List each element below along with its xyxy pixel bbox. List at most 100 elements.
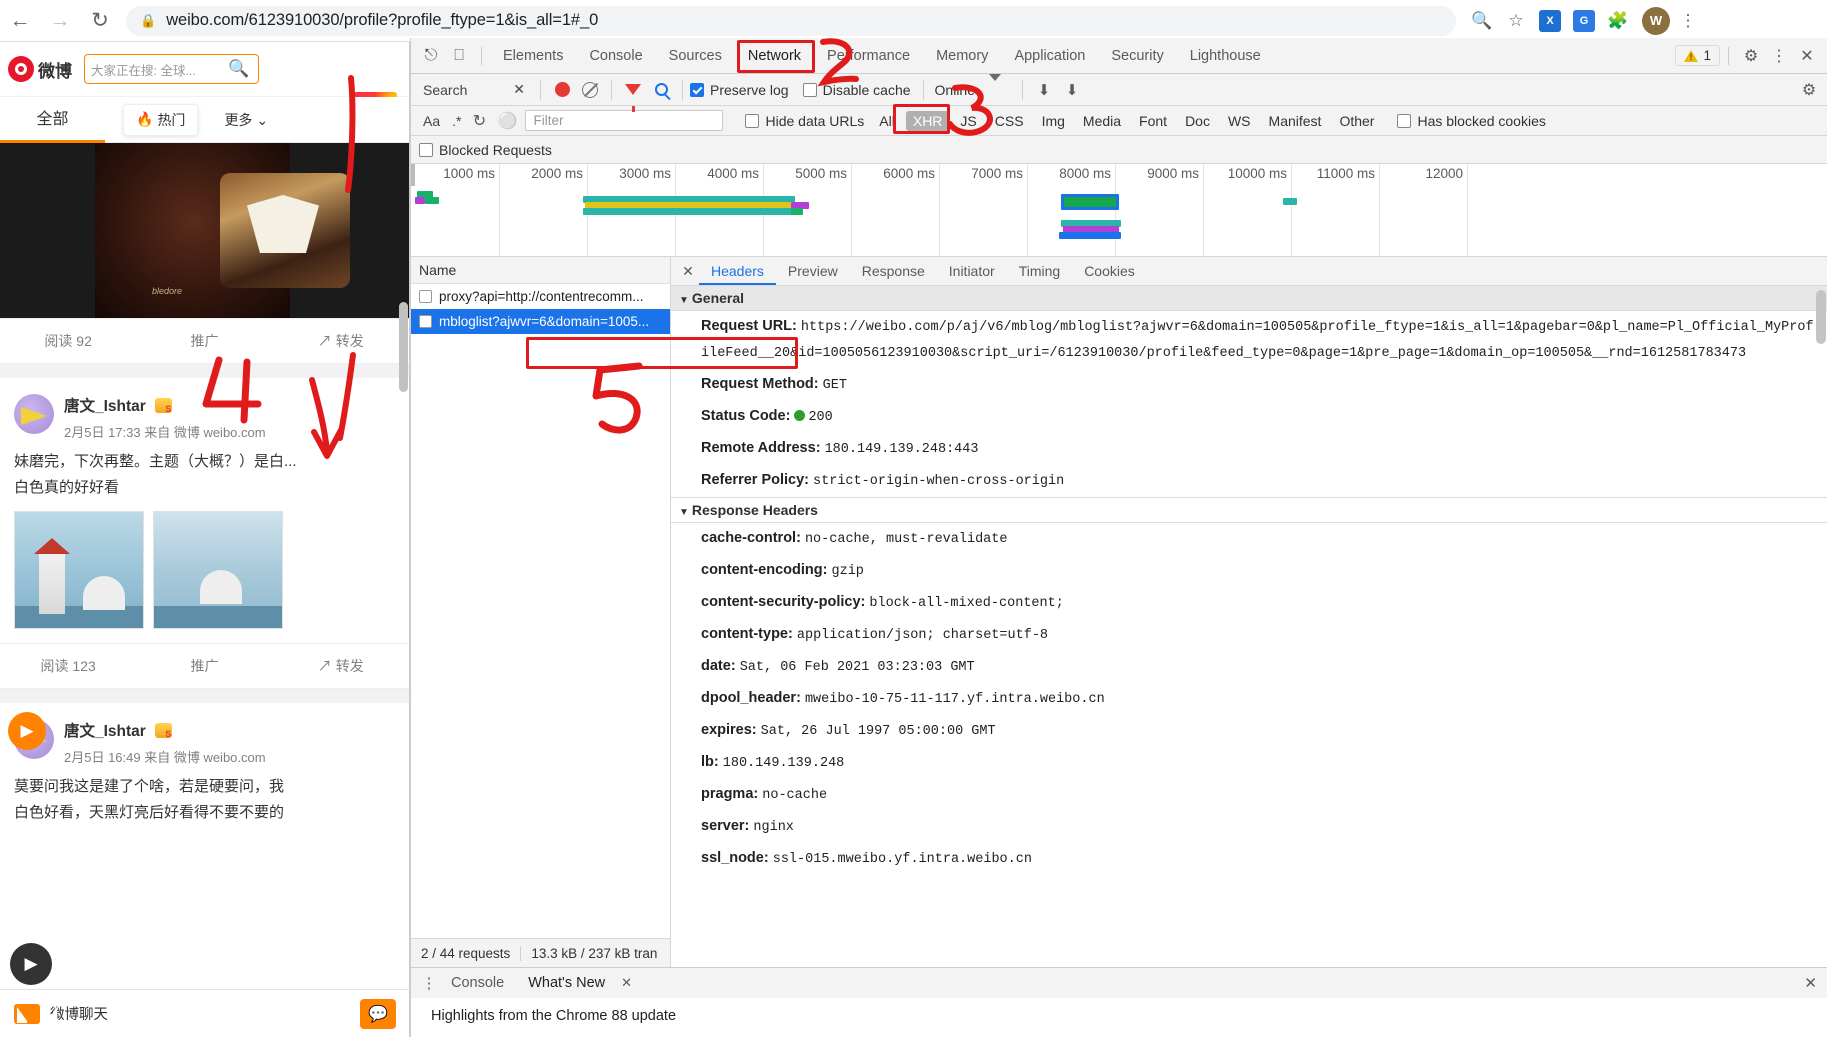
tab-sources[interactable]: Sources xyxy=(656,39,735,73)
headers-scrollbar[interactable] xyxy=(1816,290,1826,344)
post2-forward[interactable]: ↗ 转发 xyxy=(273,656,409,676)
tab-hot[interactable]: 🔥 热门 xyxy=(123,103,199,136)
star-icon[interactable]: ☆ xyxy=(1500,5,1532,37)
clear-icon[interactable]: ⚪ xyxy=(493,107,521,135)
drawer-tab-whats-new[interactable]: What's New xyxy=(516,975,617,991)
has-blocked-cookies-checkbox[interactable] xyxy=(1397,113,1412,128)
close-icon[interactable]: ✕ xyxy=(513,81,525,98)
table-row[interactable]: mbloglist?ajwvr=6&domain=1005... xyxy=(411,309,670,334)
section-response-headers[interactable]: ▼ Response Headers xyxy=(671,497,1827,523)
record-icon[interactable] xyxy=(548,76,576,104)
back-arrow-icon[interactable]: ← xyxy=(0,1,40,41)
post3-username[interactable]: 唐文_Ishtar xyxy=(64,723,146,740)
search-icon[interactable]: 🔍 xyxy=(226,56,252,82)
forward-arrow-icon[interactable]: → xyxy=(40,1,80,41)
search-icon[interactable] xyxy=(647,76,675,104)
upload-arrow-icon[interactable]: ⬇ xyxy=(1030,76,1058,104)
zoom-icon[interactable]: 🔍 xyxy=(1466,5,1498,37)
headers-scroll-area[interactable]: ▼ General Request URL: https://weibo.com/… xyxy=(671,286,1827,967)
filter-input[interactable]: Filter xyxy=(525,110,724,131)
request-list-column-name[interactable]: Name xyxy=(411,257,670,284)
filter-type-js[interactable]: JS xyxy=(953,111,983,131)
chevron-down-icon[interactable] xyxy=(989,73,1001,99)
tab-security[interactable]: Security xyxy=(1098,39,1176,73)
tab-headers[interactable]: Headers xyxy=(699,257,776,285)
tab-initiator[interactable]: Initiator xyxy=(937,257,1007,285)
regex-button[interactable]: .* xyxy=(448,113,465,129)
weibo-search-box[interactable]: 大家正在搜: 全球... 🔍 xyxy=(84,54,259,84)
reload-icon[interactable]: ↻ xyxy=(465,107,493,135)
post2-username[interactable]: 唐文_Ishtar xyxy=(64,398,146,415)
tab-more[interactable]: 更多 ⌄ xyxy=(224,110,268,130)
chat-bubble-icon[interactable]: 💬 xyxy=(360,998,396,1029)
carousel-next-button[interactable]: ▶ xyxy=(8,712,46,750)
gear-icon[interactable]: ⚙ xyxy=(1799,76,1827,104)
post2-photo-2[interactable] xyxy=(153,511,283,629)
tab-memory[interactable]: Memory xyxy=(923,39,1001,73)
tab-timing[interactable]: Timing xyxy=(1007,257,1073,285)
post2-promote[interactable]: 推广 xyxy=(136,656,272,676)
kebab-menu-icon[interactable]: ⋮ xyxy=(1672,5,1704,37)
page-scrollbar[interactable] xyxy=(399,302,408,392)
search-bar[interactable]: Search ✕ xyxy=(415,81,533,98)
weibo-logo[interactable]: 微博 xyxy=(8,56,72,82)
inspect-element-icon[interactable]: ⎋ xyxy=(417,42,445,70)
tab-elements[interactable]: Elements xyxy=(490,39,576,73)
close-icon[interactable]: ✕ xyxy=(621,975,632,991)
disable-cache-checkbox[interactable] xyxy=(802,82,817,97)
filter-type-css[interactable]: CSS xyxy=(988,111,1031,131)
filter-type-other[interactable]: Other xyxy=(1332,111,1381,131)
tab-cookies[interactable]: Cookies xyxy=(1072,257,1147,285)
drawer-tab-console[interactable]: Console xyxy=(439,975,516,991)
filter-type-ws[interactable]: WS xyxy=(1221,111,1258,131)
blocked-requests-checkbox[interactable] xyxy=(419,142,433,157)
filter-funnel-icon[interactable] xyxy=(619,76,647,112)
puzzle-icon[interactable]: 🧩 xyxy=(1602,5,1634,37)
close-icon[interactable]: ✕ xyxy=(1793,42,1821,70)
avatar[interactable]: W xyxy=(1642,6,1670,35)
filter-type-font[interactable]: Font xyxy=(1132,111,1174,131)
match-case-button[interactable]: Aa xyxy=(415,113,448,129)
tab-lighthouse[interactable]: Lighthouse xyxy=(1177,39,1274,73)
video-play-button[interactable]: ▶ xyxy=(10,943,52,985)
filter-type-manifest[interactable]: Manifest xyxy=(1262,111,1329,131)
filter-type-all[interactable]: All xyxy=(872,111,902,131)
filter-type-img[interactable]: Img xyxy=(1035,111,1072,131)
tab-all[interactable]: 全部 xyxy=(0,97,105,143)
post2-photo-1[interactable] xyxy=(14,511,144,629)
kebab-menu-icon[interactable]: ⋮ xyxy=(1765,42,1793,70)
avatar[interactable] xyxy=(14,394,54,434)
preserve-log-checkbox[interactable] xyxy=(690,82,704,97)
gear-icon[interactable]: ⚙ xyxy=(1737,42,1765,70)
tab-preview[interactable]: Preview xyxy=(776,257,850,285)
tab-application[interactable]: Application xyxy=(1001,39,1098,73)
extension-translate-icon[interactable]: G xyxy=(1568,5,1600,37)
filter-type-media[interactable]: Media xyxy=(1076,111,1128,131)
throttle-select[interactable]: Online xyxy=(935,82,975,98)
kebab-menu-icon[interactable]: ⋮ xyxy=(419,974,439,992)
weibo-search-input[interactable]: 大家正在搜: 全球... xyxy=(91,60,226,79)
filter-type-xhr[interactable]: XHR xyxy=(905,110,950,131)
tab-response[interactable]: Response xyxy=(850,257,937,285)
tab-network[interactable]: Network xyxy=(735,39,814,73)
tab-performance[interactable]: Performance xyxy=(814,39,923,73)
post1-forward[interactable]: ↗ 转发 xyxy=(273,331,409,351)
device-toolbar-icon[interactable]: ⎕ xyxy=(445,42,473,70)
post-image-strip[interactable]: bledore xyxy=(0,143,409,318)
warning-badge[interactable]: 1 xyxy=(1675,45,1720,66)
network-overview-timeline[interactable]: 1000 ms 2000 ms 3000 ms 4000 ms 5000 ms … xyxy=(411,164,1827,257)
post1-promote[interactable]: 推广 xyxy=(136,331,272,351)
download-arrow-icon[interactable]: ⬇ xyxy=(1058,76,1086,104)
address-bar[interactable]: 🔒 weibo.com/6123910030/profile?profile_f… xyxy=(126,5,1456,36)
reload-icon[interactable]: ↻ xyxy=(80,1,120,41)
close-icon[interactable]: ✕ xyxy=(1804,974,1827,992)
table-row[interactable]: proxy?api=http://contentrecomm... xyxy=(411,284,670,309)
close-icon[interactable]: ✕ xyxy=(677,263,699,280)
hide-data-urls-checkbox[interactable] xyxy=(745,113,760,128)
clear-icon[interactable] xyxy=(576,76,604,104)
extension-x-icon[interactable]: X xyxy=(1534,5,1566,37)
mail-icon[interactable] xyxy=(14,1003,57,1024)
section-general[interactable]: ▼ General xyxy=(671,286,1827,311)
tab-console[interactable]: Console xyxy=(576,39,655,73)
filter-type-doc[interactable]: Doc xyxy=(1178,111,1217,131)
